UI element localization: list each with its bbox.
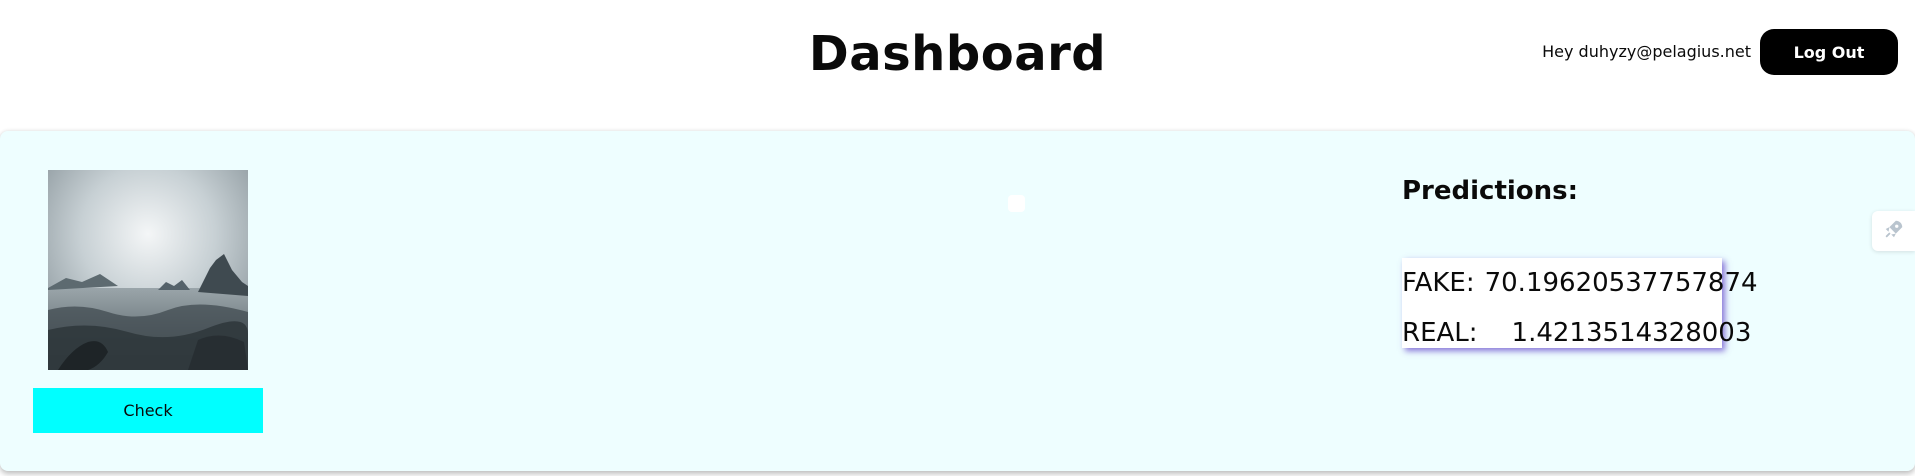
predictions-list: FAKE: 70.19620537757874 REAL: 1.4213514328…: [1402, 258, 1758, 348]
prediction-real: REAL: 1.4213514328003: [1402, 318, 1751, 348]
loading-indicator: [1008, 195, 1025, 212]
dashboard-panel: Check Predictions: FAKE: 70.1962053775787…: [0, 131, 1915, 471]
logout-button[interactable]: Log Out: [1760, 29, 1898, 75]
prediction-value: 1.4213514328003: [1511, 318, 1752, 348]
prediction-label: REAL:: [1402, 318, 1478, 348]
floating-side-button[interactable]: [1872, 211, 1915, 251]
top-header: Dashboard Hey duhyzy@pelagius.net Log Ou…: [0, 0, 1915, 130]
predictions-heading: Predictions:: [1402, 176, 1579, 206]
uploaded-image-preview: [48, 170, 248, 370]
prediction-value: 70.19620537757874: [1484, 268, 1758, 298]
prediction-fake: FAKE: 70.19620537757874: [1402, 268, 1758, 298]
check-button[interactable]: Check: [33, 388, 263, 433]
page: Dashboard Hey duhyzy@pelagius.net Log Ou…: [0, 0, 1915, 476]
user-greeting: Hey duhyzy@pelagius.net: [1542, 42, 1751, 61]
rocket-icon: [1883, 218, 1905, 244]
prediction-label: FAKE:: [1402, 268, 1475, 298]
